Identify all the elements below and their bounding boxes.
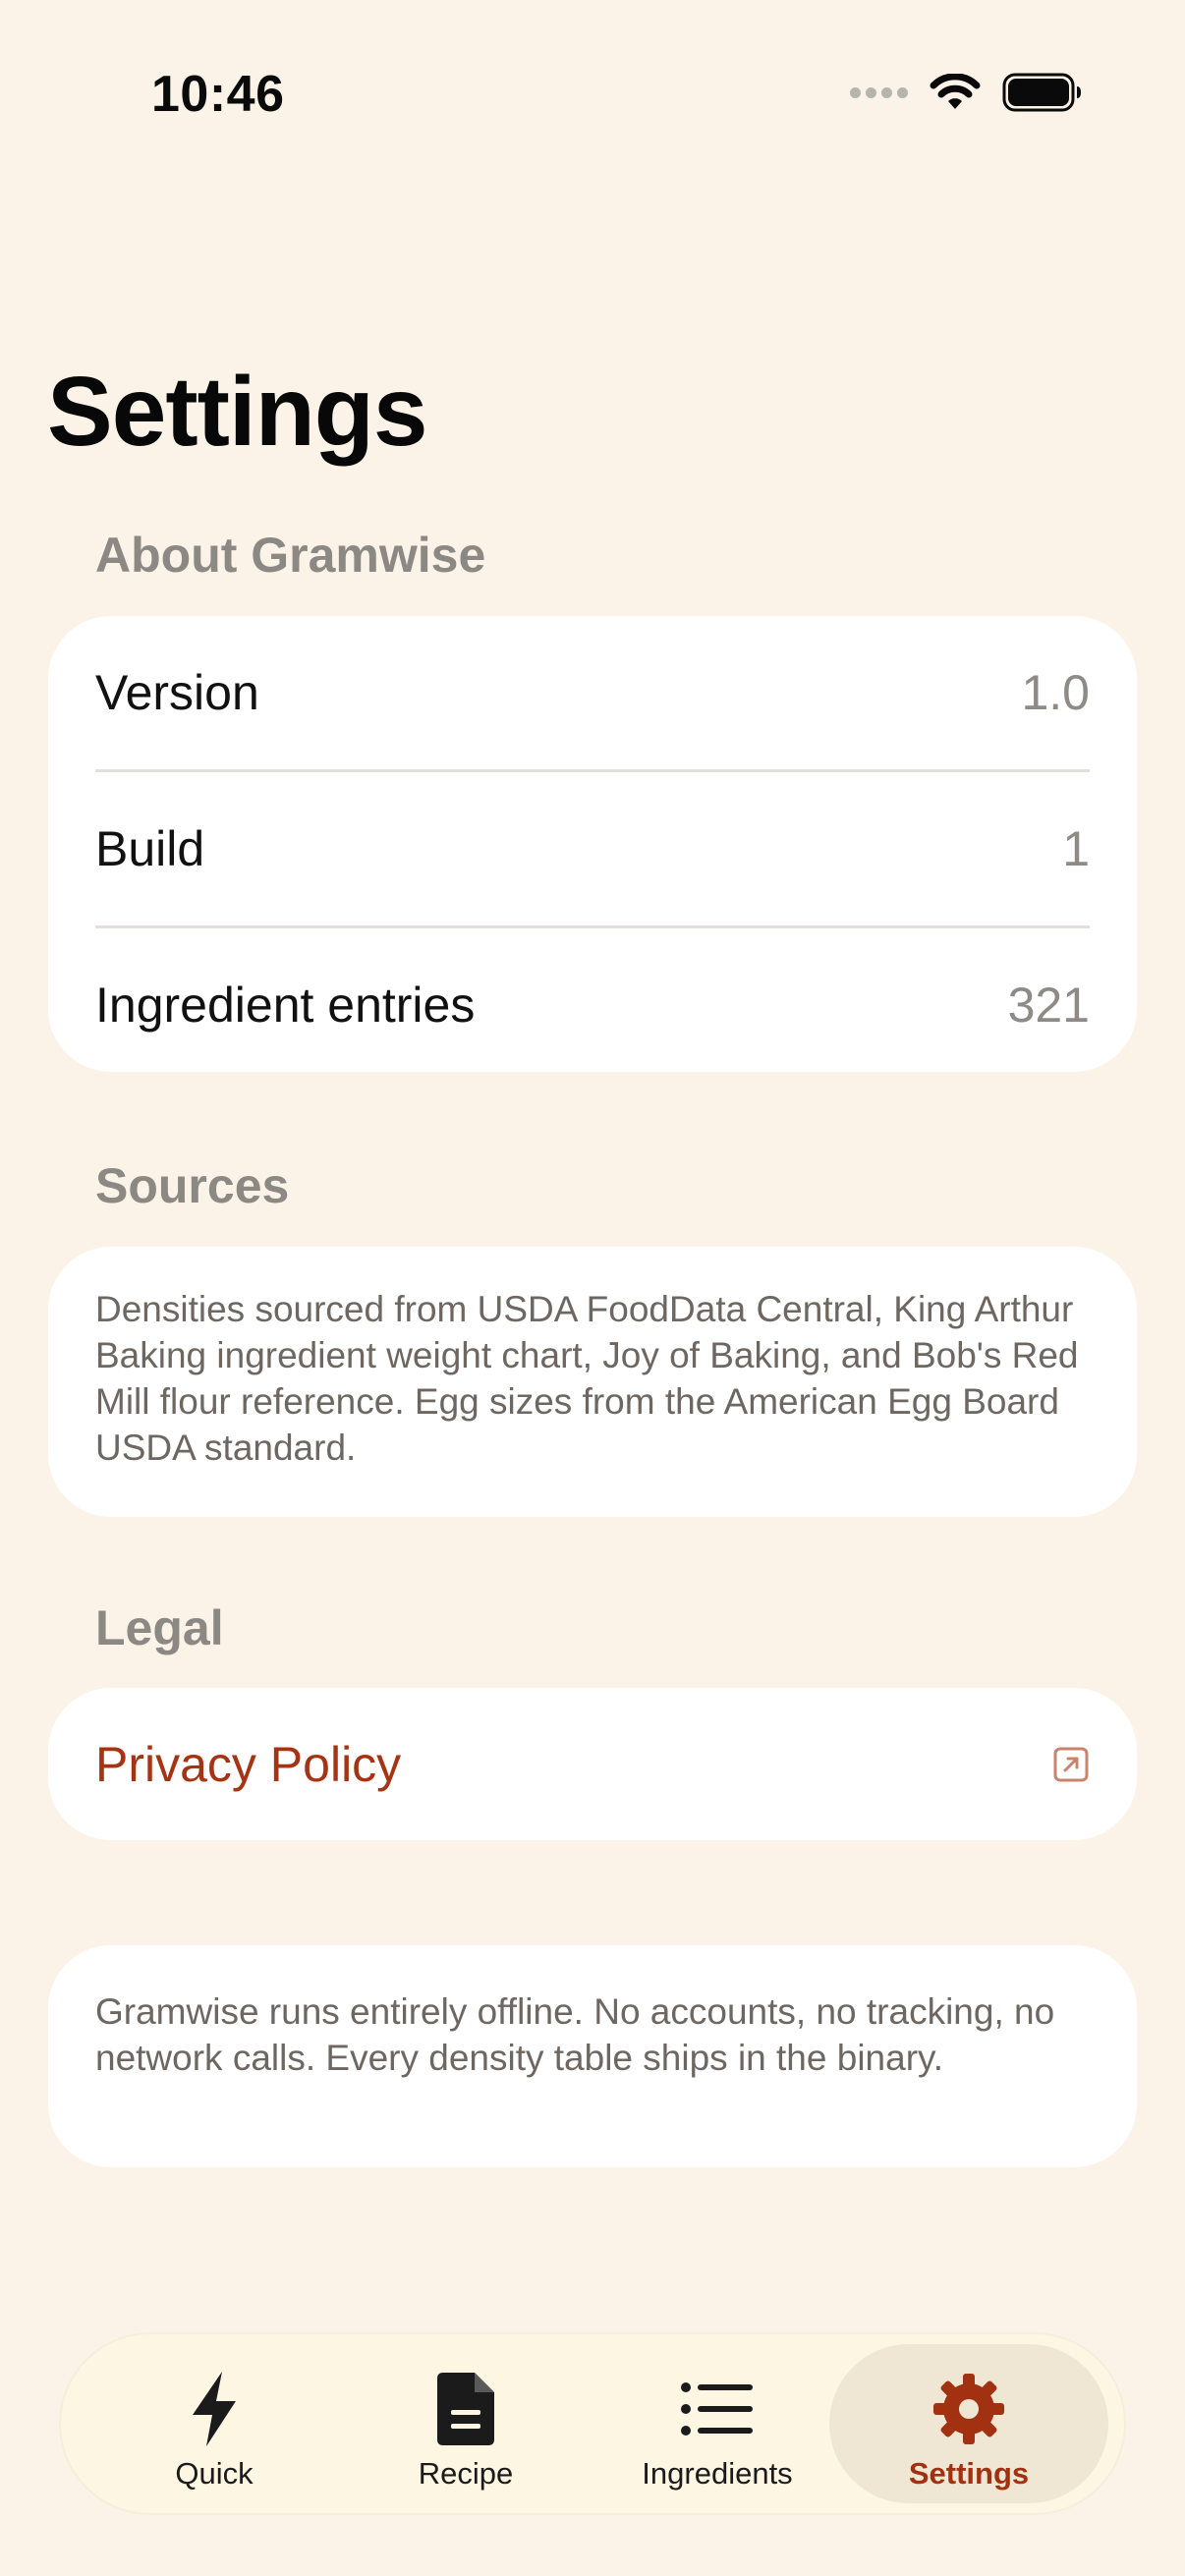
legal-card: Privacy Policy <box>48 1688 1137 1840</box>
tab-quick-label: Quick <box>175 2456 254 2491</box>
list-icon <box>681 2382 753 2436</box>
about-card: Version 1.0 Build 1 Ingredient entries 3… <box>48 616 1137 1072</box>
offline-note-text: Gramwise runs entirely offline. No accou… <box>95 1991 1055 2078</box>
sources-text: Densities sourced from USDA FoodData Cen… <box>95 1289 1079 1468</box>
wifi-icon <box>930 74 981 109</box>
status-icons <box>850 73 1083 112</box>
privacy-policy-link[interactable]: Privacy Policy <box>95 1688 1090 1841</box>
build-row: Build 1 <box>95 769 1090 925</box>
section-header-sources: Sources <box>95 1158 290 1213</box>
status-time: 10:46 <box>151 66 285 123</box>
version-row: Version 1.0 <box>95 616 1090 769</box>
section-header-about: About Gramwise <box>95 528 486 583</box>
tab-recipe-label: Recipe <box>418 2456 514 2491</box>
tab-ingredients-label: Ingredients <box>642 2456 793 2491</box>
cellular-signal-icon <box>850 86 908 98</box>
version-label: Version <box>95 665 259 720</box>
tab-bar: Quick Recipe Ingredients Settings <box>61 2334 1124 2513</box>
build-value: 1 <box>1062 821 1090 876</box>
tab-ingredients[interactable]: Ingredients <box>578 2344 857 2503</box>
tab-settings[interactable]: Settings <box>829 2344 1108 2503</box>
status-bar: 10:46 <box>0 0 1185 187</box>
version-value: 1.0 <box>1021 665 1090 720</box>
gear-icon <box>933 2374 1004 2444</box>
page-title: Settings <box>47 357 427 467</box>
ingredient-entries-label: Ingredient entries <box>95 978 476 1033</box>
ingredient-entries-value: 321 <box>1007 978 1090 1033</box>
build-label: Build <box>95 821 205 876</box>
bolt-icon <box>193 2372 236 2446</box>
privacy-policy-label: Privacy Policy <box>95 1737 402 1792</box>
section-header-legal: Legal <box>95 1600 224 1655</box>
document-icon <box>437 2373 494 2445</box>
ingredient-entries-row: Ingredient entries 321 <box>95 925 1090 1082</box>
tab-quick[interactable]: Quick <box>75 2344 354 2503</box>
tab-recipe[interactable]: Recipe <box>326 2344 605 2503</box>
battery-icon <box>1002 73 1081 112</box>
sources-card: Densities sourced from USDA FoodData Cen… <box>48 1247 1137 1517</box>
offline-note-card: Gramwise runs entirely offline. No accou… <box>48 1945 1137 2167</box>
tab-settings-label: Settings <box>908 2456 1030 2491</box>
external-link-icon <box>1053 1747 1089 1782</box>
